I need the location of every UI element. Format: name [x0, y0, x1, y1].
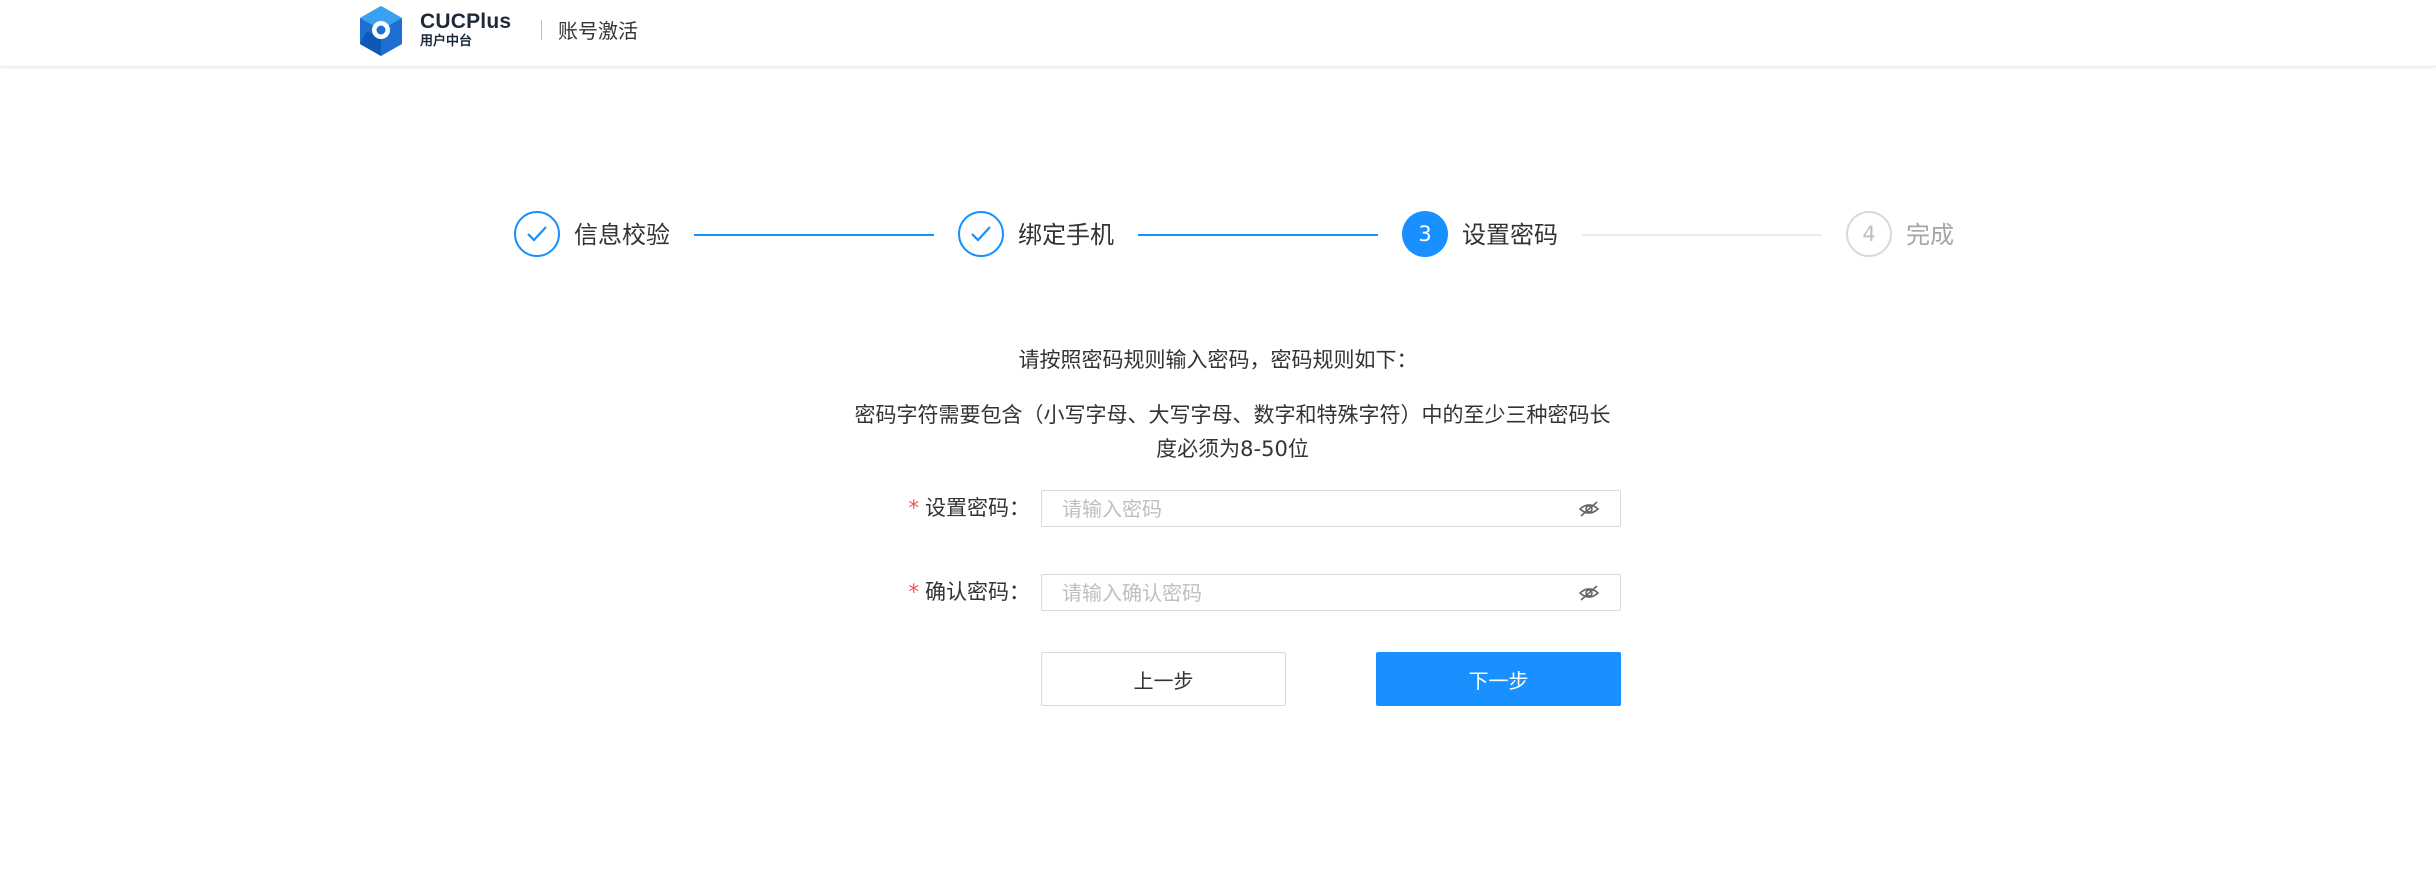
- step-4-label: 完成: [1906, 221, 1954, 249]
- password-rules: 密码字符需要包含（小写字母、大写字母、数字和特殊字符）中的至少三种密码长度必须为…: [854, 403, 1611, 461]
- confirm-label-text: 确认密码：: [925, 580, 1030, 604]
- required-mark: *: [908, 496, 920, 520]
- confirm-password-input-box[interactable]: [1041, 574, 1621, 611]
- password-notice: 请按照密码规则输入密码，密码规则如下：: [1018, 348, 1418, 372]
- progress-steps: 信息校验 绑定手机 3 设置密码 4 完成: [0, 0, 2436, 300]
- step-3-number: 3: [1402, 211, 1448, 257]
- required-mark: *: [908, 580, 920, 604]
- step-2-check-icon: [958, 211, 1004, 257]
- prev-step-button[interactable]: 上一步: [1041, 652, 1286, 706]
- step-connector-1: [694, 234, 934, 236]
- eye-hidden-icon[interactable]: [1578, 499, 1600, 519]
- step-1-check-icon: [514, 211, 560, 257]
- next-step-button[interactable]: 下一步: [1376, 652, 1621, 706]
- step-2-label: 绑定手机: [1018, 221, 1114, 249]
- step-connector-3: [1582, 234, 1822, 236]
- confirm-password-label: * 确认密码：: [830, 577, 1031, 607]
- password-label-text: 设置密码：: [925, 496, 1030, 520]
- step-4-number: 4: [1846, 211, 1892, 257]
- step-3-label: 设置密码: [1462, 221, 1558, 249]
- confirm-password-input[interactable]: [1062, 575, 1562, 610]
- step-1-label: 信息校验: [574, 221, 670, 249]
- password-input[interactable]: [1062, 491, 1562, 526]
- password-label: * 设置密码：: [830, 493, 1031, 523]
- eye-hidden-icon[interactable]: [1578, 583, 1600, 603]
- password-input-box[interactable]: [1041, 490, 1621, 527]
- step-connector-2: [1138, 234, 1378, 236]
